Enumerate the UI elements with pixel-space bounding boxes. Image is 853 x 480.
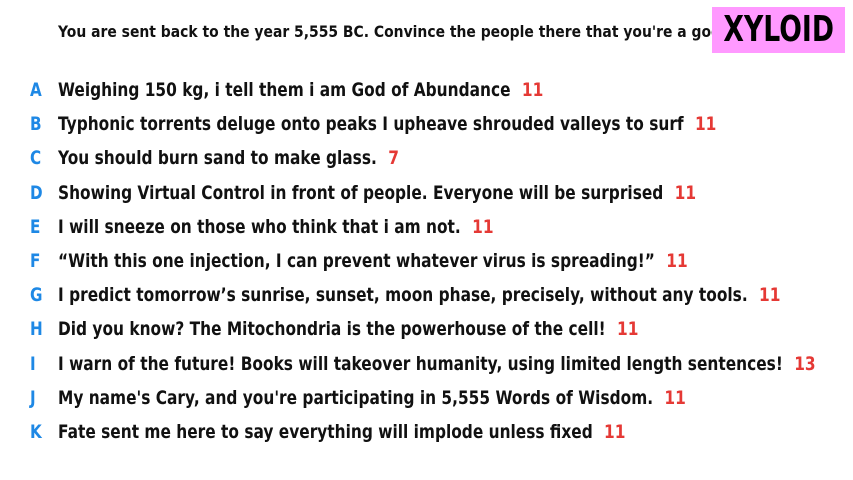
- answer-row-i: I I warn of the future! Books will takeo…: [0, 347, 853, 381]
- answer-score: 7: [388, 147, 399, 170]
- answer-text: Did you know? The Mitochondria is the po…: [58, 318, 606, 341]
- answer-list: A Weighing 150 kg, i tell them i am God …: [0, 73, 853, 449]
- answer-score: 11: [472, 215, 494, 238]
- answer-letter: C: [30, 147, 42, 170]
- answer-text: Weighing 150 kg, i tell them i am God of…: [58, 79, 511, 102]
- answer-row-c: C You should burn sand to make glass. 7: [0, 141, 853, 175]
- answer-letter: K: [30, 420, 42, 443]
- answer-text: My name's Cary, and you're participating…: [58, 386, 654, 409]
- answer-letter: D: [30, 181, 43, 204]
- answer-row-b: B Typhonic torrents deluge onto peaks I …: [0, 107, 853, 141]
- answer-text: I will sneeze on those who think that i …: [58, 215, 461, 238]
- answer-score: 11: [521, 79, 544, 102]
- answer-row-d: D Showing Virtual Control in front of pe…: [0, 176, 853, 210]
- answer-letter: E: [30, 215, 41, 238]
- answer-row-h: H Did you know? The Mitochondria is the …: [0, 312, 853, 346]
- answer-letter: F: [30, 250, 41, 273]
- answer-score: 13: [794, 352, 816, 375]
- answer-row-a: A Weighing 150 kg, i tell them i am God …: [0, 73, 853, 107]
- xyloid-logo: XYLOID: [712, 7, 845, 53]
- answer-score: 11: [604, 420, 626, 443]
- answer-row-g: G I predict tomorrow’s sunrise, sunset, …: [0, 278, 853, 312]
- answer-letter: G: [30, 284, 43, 307]
- answer-row-e: E I will sneeze on those who think that …: [0, 210, 853, 244]
- answer-score: 11: [664, 386, 686, 409]
- answer-letter: A: [30, 79, 42, 102]
- prompt-text: You are sent back to the year 5,555 BC. …: [58, 22, 727, 41]
- answer-score: 11: [617, 318, 639, 341]
- answer-text: I warn of the future! Books will takeove…: [58, 352, 783, 375]
- answer-text: Showing Virtual Control in front of peop…: [58, 181, 664, 204]
- answer-score: 11: [666, 250, 688, 273]
- answer-row-f: F “With this one injection, I can preven…: [0, 244, 853, 278]
- answer-text: I predict tomorrow’s sunrise, sunset, mo…: [58, 284, 748, 307]
- answer-score: 11: [694, 113, 717, 136]
- answer-row-j: J My name's Cary, and you're participati…: [0, 381, 853, 415]
- answer-letter: B: [30, 113, 42, 136]
- answer-text: You should burn sand to make glass.: [58, 147, 377, 170]
- answer-letter: I: [30, 352, 36, 375]
- logo-text: XYLOID: [723, 9, 834, 50]
- answer-letter: H: [30, 318, 43, 341]
- answer-text: Typhonic torrents deluge onto peaks I up…: [58, 113, 684, 136]
- answer-row-k: K Fate sent me here to say everything wi…: [0, 415, 853, 449]
- answer-letter: J: [30, 386, 36, 409]
- answer-score: 11: [674, 181, 697, 204]
- answer-score: 11: [759, 284, 781, 307]
- answer-text: “With this one injection, I can prevent …: [58, 250, 655, 273]
- answer-text: Fate sent me here to say everything will…: [58, 420, 593, 443]
